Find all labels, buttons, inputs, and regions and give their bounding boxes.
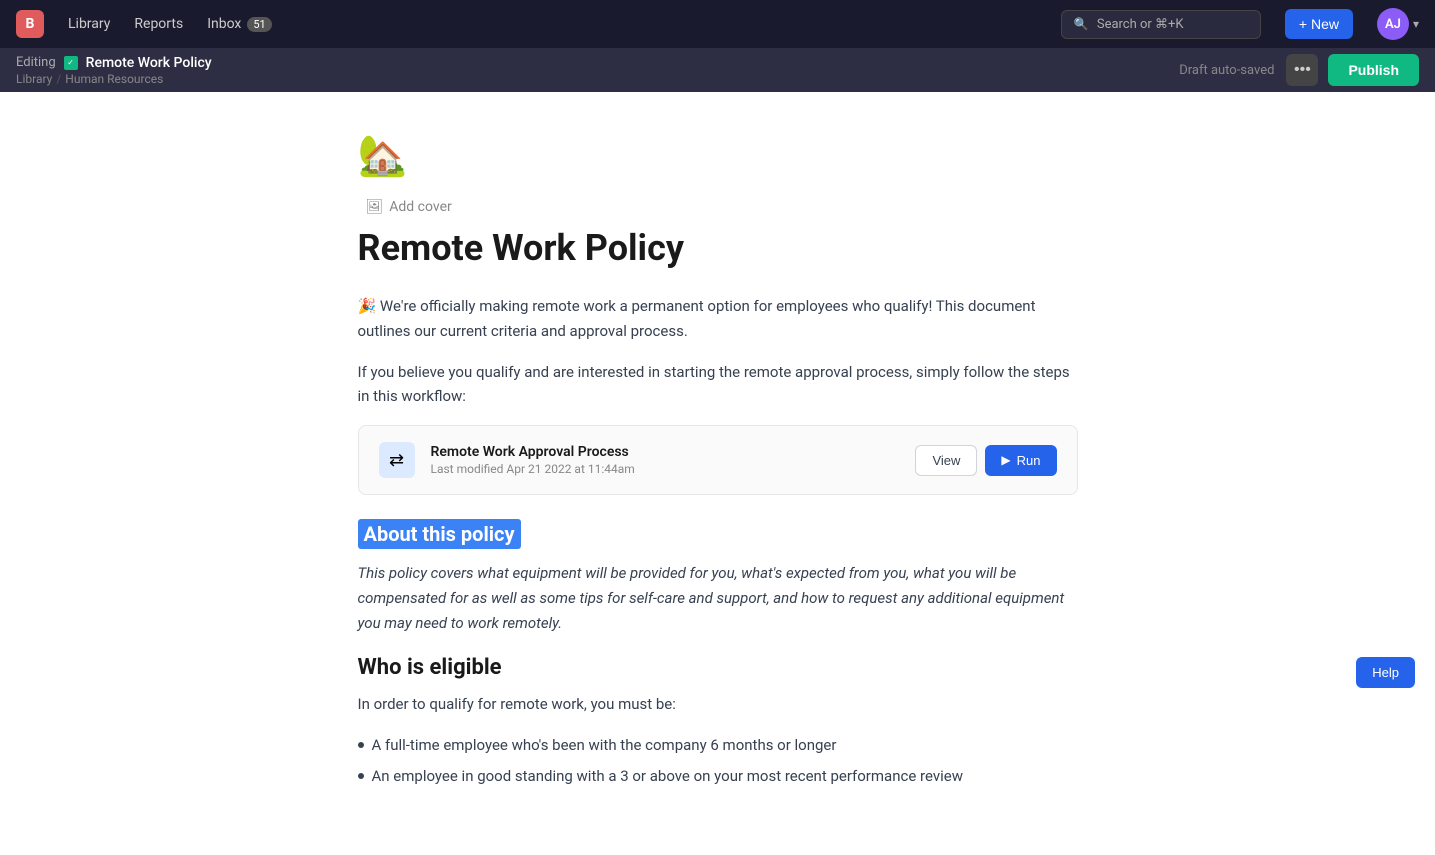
avatar: AJ [1377,8,1409,40]
help-button[interactable]: Help [1356,657,1415,688]
chevron-down-icon: ▾ [1413,17,1419,31]
image-icon: 🖼 [366,199,384,215]
run-label: Run [1017,453,1041,468]
document-info: Editing ✓ Remote Work Policy Library / H… [16,55,212,86]
eligible-bullet-list: A full-time employee who's been with the… [358,733,1078,789]
bullet-dot [358,742,364,748]
bullet-text-1: A full-time employee who's been with the… [372,733,837,758]
section-about-heading[interactable]: About this policy [358,519,521,549]
search-bar[interactable]: 🔍 Search or ⌘+K [1061,10,1261,39]
search-icon: 🔍 [1074,17,1089,31]
section-about: About this policy This policy covers wha… [358,519,1078,635]
section-eligible-heading[interactable]: Who is eligible [358,655,1078,680]
bullet-dot [358,773,364,779]
publish-button[interactable]: Publish [1328,54,1419,86]
workflow-meta: Last modified Apr 21 2022 at 11:44am [431,462,900,476]
document-editor: 🏡 🖼 Add cover Remote Work Policy 🎉 We're… [358,132,1078,795]
intro-paragraph-1[interactable]: 🎉 We're officially making remote work a … [358,294,1078,344]
workflow-icon: ⇄ [379,442,415,478]
breadcrumb-separator: / [56,72,61,86]
workflow-view-button[interactable]: View [915,445,977,476]
bullet-text-2: An employee in good standing with a 3 or… [372,764,963,789]
nav-inbox[interactable]: Inbox 51 [207,16,272,32]
section-eligible: Who is eligible In order to qualify for … [358,655,1078,788]
top-navigation: B Library Reports Inbox 51 🔍 Search or ⌘… [0,0,1435,48]
document-main-title[interactable]: Remote Work Policy [358,227,1078,270]
app-logo[interactable]: B [16,10,44,38]
section-eligible-intro[interactable]: In order to qualify for remote work, you… [358,692,1078,717]
new-button[interactable]: + New [1285,9,1353,39]
inbox-label: Inbox [207,16,241,32]
workflow-info: Remote Work Approval Process Last modifi… [431,444,900,476]
intro-paragraph-2[interactable]: If you believe you qualify and are inter… [358,360,1078,410]
breadcrumb-section[interactable]: Human Resources [65,72,163,86]
workflow-title: Remote Work Approval Process [431,444,900,460]
workflow-card: ⇄ Remote Work Approval Process Last modi… [358,425,1078,495]
search-placeholder: Search or ⌘+K [1097,17,1184,32]
section-about-text[interactable]: This policy covers what equipment will b… [358,561,1078,635]
add-cover-button[interactable]: 🖼 Add cover [358,195,1078,219]
main-content: 🏡 🖼 Add cover Remote Work Policy 🎉 We're… [0,92,1435,855]
list-item: An employee in good standing with a 3 or… [358,764,1078,789]
breadcrumb: Library / Human Resources [16,72,212,86]
run-icon: ▶ [1001,453,1010,467]
breadcrumb-library[interactable]: Library [16,72,52,86]
list-item: A full-time employee who's been with the… [358,733,1078,758]
editing-bar: Editing ✓ Remote Work Policy Library / H… [0,48,1435,92]
user-avatar-container[interactable]: AJ ▾ [1377,8,1419,40]
editing-label: Editing [16,55,56,70]
draft-status: Draft auto-saved [1179,63,1274,78]
workflow-actions: View ▶ Run [915,445,1056,476]
nav-library[interactable]: Library [68,16,110,32]
document-emoji: 🏡 [358,132,408,179]
inbox-count: 51 [247,17,271,32]
document-title-bar: Remote Work Policy [86,55,212,71]
more-options-button[interactable]: ••• [1286,54,1318,86]
workflow-run-button[interactable]: ▶ Run [985,445,1056,476]
add-cover-label: Add cover [389,199,451,215]
nav-reports[interactable]: Reports [134,16,183,32]
document-header: 🏡 [358,132,1078,179]
doc-status-icon: ✓ [64,56,78,70]
